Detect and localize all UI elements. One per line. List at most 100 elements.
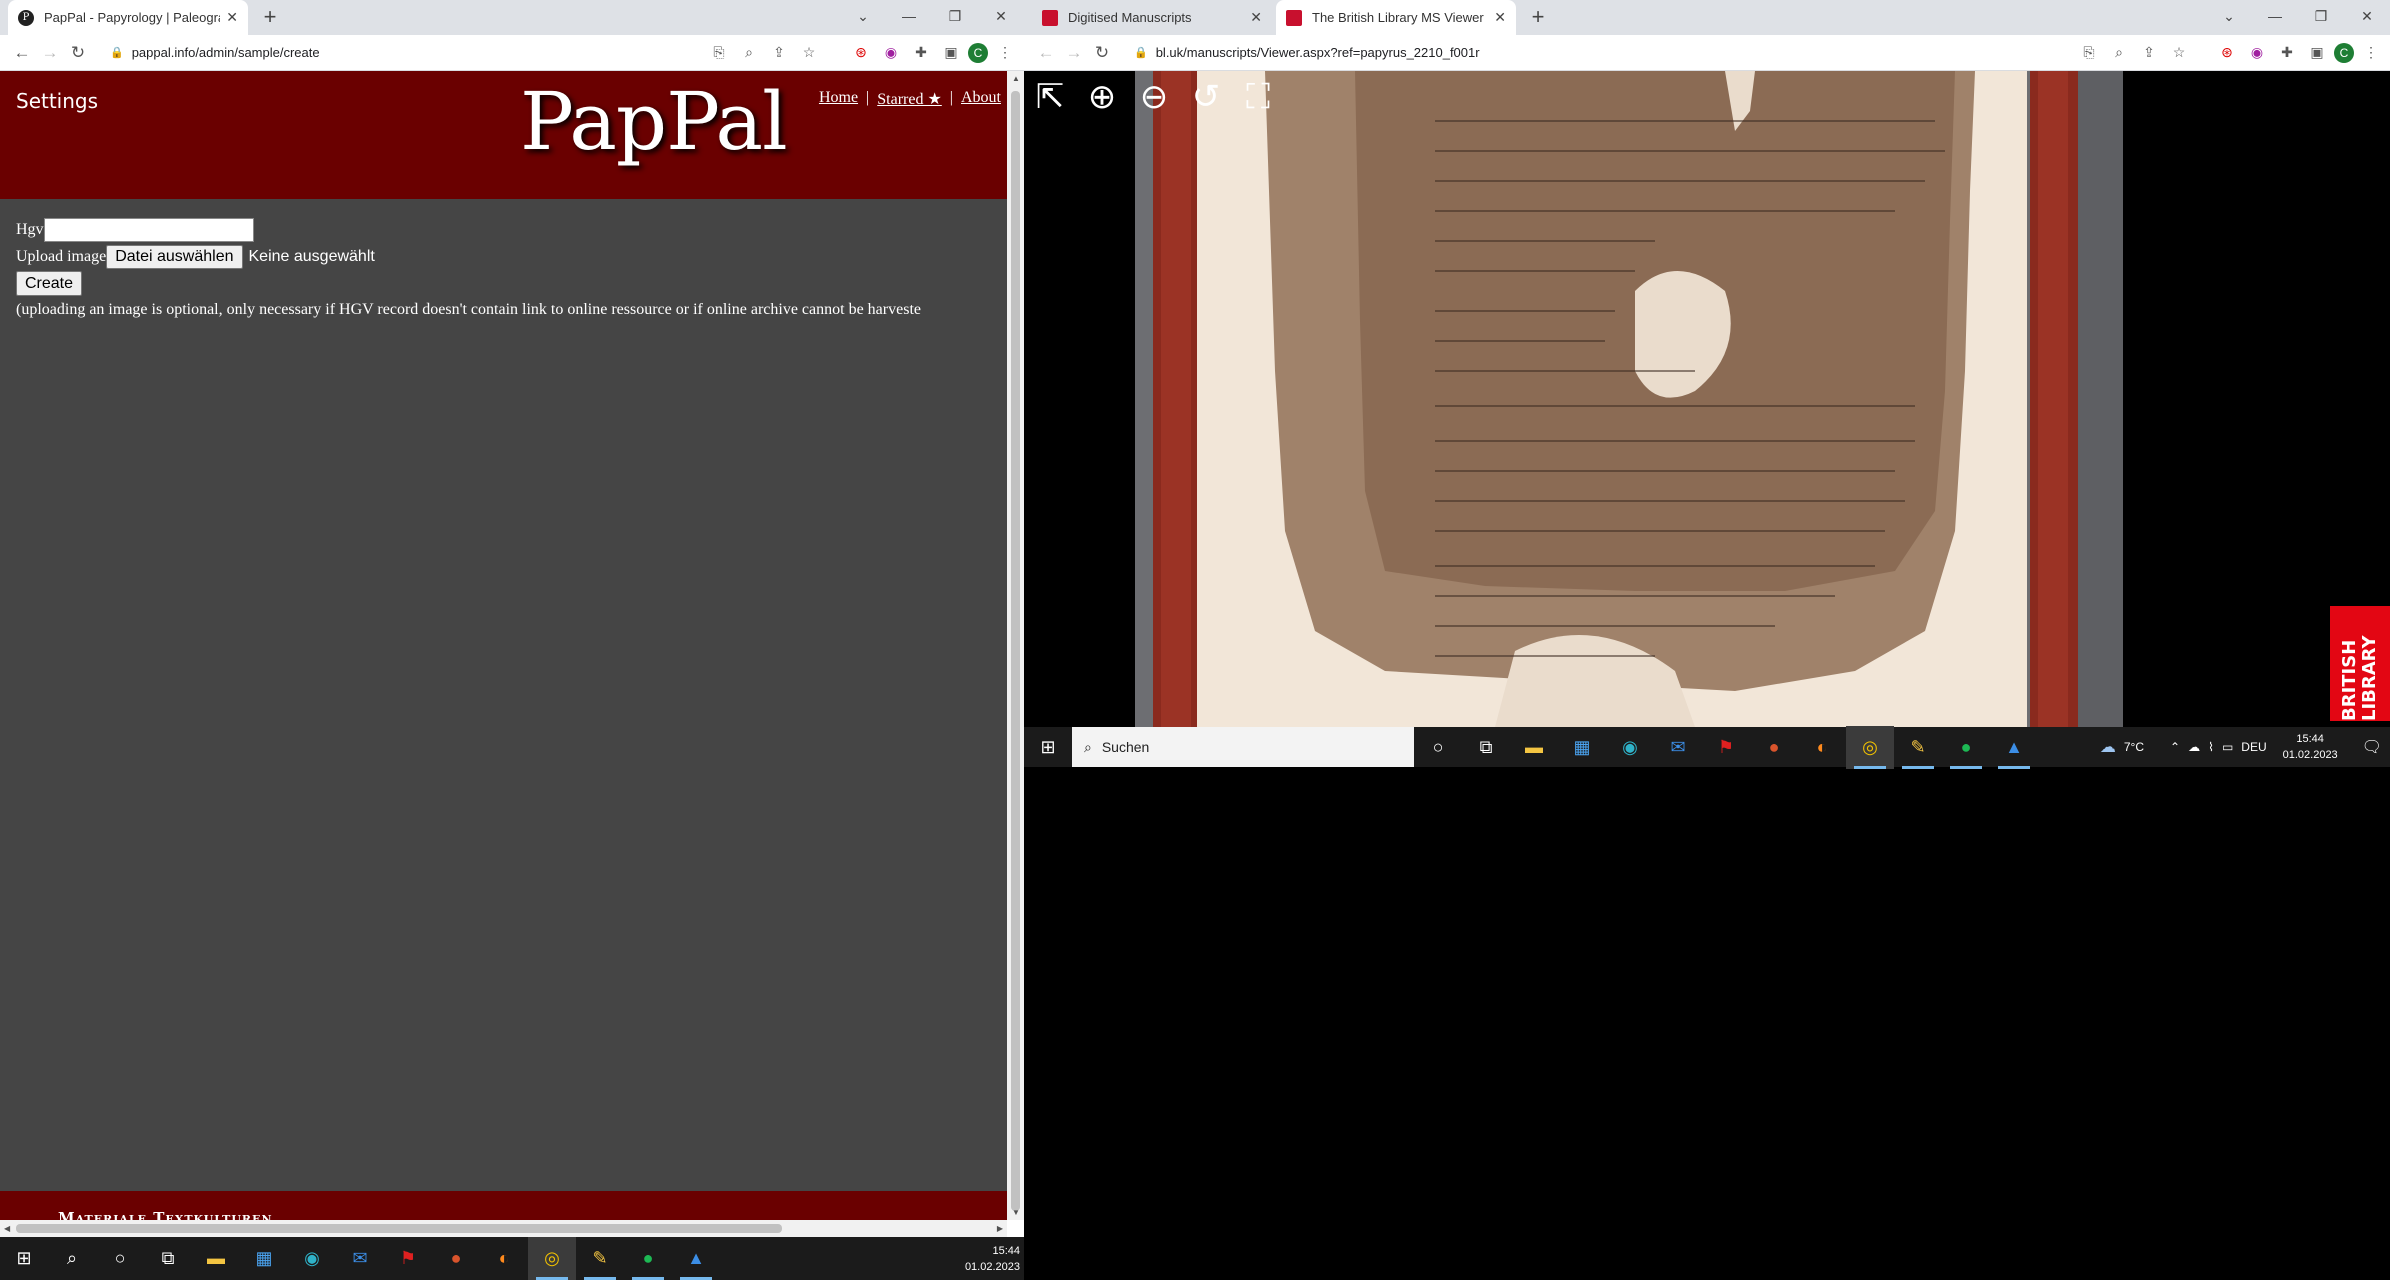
bookmark-star-icon[interactable]: ☆: [796, 40, 822, 66]
firefox-icon[interactable]: ◐: [480, 1237, 528, 1280]
chrome-icon[interactable]: ◎: [528, 1237, 576, 1280]
share-icon[interactable]: ⇪: [2136, 40, 2162, 66]
cortana-icon[interactable]: ○: [96, 1237, 144, 1280]
menu-icon[interactable]: ⋮: [2358, 40, 2384, 66]
search-icon[interactable]: ⌕: [48, 1237, 96, 1280]
menu-icon[interactable]: ⋮: [992, 40, 1018, 66]
extension-purple-icon[interactable]: ◉: [2244, 40, 2270, 66]
rotate-icon[interactable]: ↺: [1184, 75, 1228, 119]
profile-avatar[interactable]: C: [968, 42, 988, 63]
start-icon[interactable]: ⊞: [1024, 726, 1072, 769]
notepad-icon[interactable]: ✎: [1894, 726, 1942, 769]
hgv-input[interactable]: [43, 217, 254, 242]
reload-icon[interactable]: ↻: [1088, 39, 1116, 67]
firefox-icon[interactable]: ◐: [1798, 726, 1846, 769]
spotify-icon[interactable]: ●: [624, 1237, 672, 1280]
weather-icon[interactable]: ☁: [2100, 737, 2116, 757]
bookmark-star-icon[interactable]: ☆: [2166, 40, 2192, 66]
store-icon[interactable]: ▦: [240, 1237, 288, 1280]
manuscript-viewer[interactable]: ⇱ ⊕ ⊖ ↺ ⛶ BRITISH LIBRARY: [1024, 71, 2390, 727]
forward-icon[interactable]: →: [36, 39, 64, 67]
spotify-icon[interactable]: ●: [1942, 726, 1990, 769]
address-bar[interactable]: 🔒 pappal.info/admin/sample/create: [110, 39, 320, 67]
start-icon[interactable]: ⊞: [0, 1237, 48, 1280]
vertical-scroll-thumb[interactable]: [1011, 91, 1020, 1211]
horizontal-scrollbar[interactable]: ◀ ▶: [0, 1220, 1007, 1237]
horizontal-scroll-thumb[interactable]: [16, 1224, 782, 1233]
close-tab-icon[interactable]: ✕: [1494, 9, 1506, 26]
back-icon[interactable]: ←: [1032, 39, 1060, 67]
network-icon[interactable]: ⌇: [2208, 740, 2214, 754]
task-view-icon[interactable]: ⧉: [144, 1237, 192, 1280]
language-indicator[interactable]: DEU: [2241, 740, 2266, 754]
create-button[interactable]: Create: [16, 271, 83, 296]
photos-icon[interactable]: ▲: [1990, 726, 2038, 769]
reload-icon[interactable]: ↻: [64, 39, 92, 67]
edge-icon[interactable]: ◉: [288, 1237, 336, 1280]
task-view-icon[interactable]: ⧉: [1462, 726, 1510, 769]
fit-screen-icon[interactable]: ⛶: [1236, 75, 1280, 119]
settings-link[interactable]: Settings: [16, 89, 98, 113]
right-clock[interactable]: 15:44 01.02.2023: [2283, 731, 2338, 763]
extension-red-icon[interactable]: ⊛: [2214, 40, 2240, 66]
new-tab-button[interactable]: +: [256, 4, 284, 32]
edge-icon[interactable]: ◉: [1606, 726, 1654, 769]
chrome-icon[interactable]: ◎: [1846, 725, 1894, 769]
battery-icon[interactable]: ▭: [2222, 740, 2233, 754]
share-icon[interactable]: ⇪: [766, 40, 792, 66]
extension-purple-icon[interactable]: ◉: [878, 40, 904, 66]
nav-about[interactable]: About: [961, 89, 1001, 109]
restore-icon[interactable]: ❐: [2298, 0, 2344, 32]
exit-viewer-icon[interactable]: ⇱: [1028, 75, 1072, 119]
back-icon[interactable]: ←: [8, 39, 36, 67]
address-bar[interactable]: 🔒 bl.uk/manuscripts/Viewer.aspx?ref=papy…: [1134, 39, 1480, 67]
mail-icon[interactable]: ✉: [336, 1237, 384, 1280]
restore-icon[interactable]: ❐: [932, 0, 978, 32]
file-explorer-icon[interactable]: ▬: [192, 1237, 240, 1280]
translate-icon[interactable]: ⎘: [706, 40, 732, 66]
extensions-puzzle-icon[interactable]: ✚: [908, 40, 934, 66]
close-window-icon[interactable]: ✕: [978, 0, 1024, 32]
zoom-icon[interactable]: ⌕: [2106, 40, 2132, 66]
zoom-in-icon[interactable]: ⊕: [1080, 75, 1124, 119]
cortana-icon[interactable]: ○: [1414, 726, 1462, 769]
minimize-icon[interactable]: —: [886, 0, 932, 32]
scroll-up-icon[interactable]: ▲: [1012, 74, 1020, 83]
acrobat-icon[interactable]: ⚑: [1702, 726, 1750, 769]
zoom-icon[interactable]: ⌕: [736, 40, 762, 66]
extensions-puzzle-icon[interactable]: ✚: [2274, 40, 2300, 66]
close-window-icon[interactable]: ✕: [2344, 0, 2390, 32]
close-tab-icon[interactable]: ✕: [226, 9, 238, 26]
tab-digitised-manuscripts[interactable]: Digitised Manuscripts ✕: [1032, 0, 1272, 35]
left-clock[interactable]: 15:44 01.02.2023: [965, 1243, 1020, 1275]
translate-icon[interactable]: ⎘: [2076, 40, 2102, 66]
zoom-out-icon[interactable]: ⊖: [1132, 75, 1176, 119]
mail-icon[interactable]: ✉: [1654, 726, 1702, 769]
nav-home[interactable]: Home: [819, 89, 858, 109]
vertical-scrollbar[interactable]: ▲ ▼: [1007, 71, 1024, 1220]
store-icon[interactable]: ▦: [1558, 726, 1606, 769]
acrobat-icon[interactable]: ⚑: [384, 1237, 432, 1280]
scroll-left-icon[interactable]: ◀: [4, 1224, 10, 1233]
sidepanel-icon[interactable]: ▣: [938, 40, 964, 66]
extension-red-icon[interactable]: ⊛: [848, 40, 874, 66]
profile-avatar[interactable]: C: [2334, 42, 2354, 63]
new-tab-button[interactable]: +: [1524, 4, 1552, 32]
choose-file-button[interactable]: Datei auswählen: [106, 244, 243, 269]
scroll-down-icon[interactable]: ▼: [1012, 1208, 1020, 1217]
tab-search-icon[interactable]: ⌄: [840, 0, 886, 32]
sidepanel-icon[interactable]: ▣: [2304, 40, 2330, 66]
notifications-icon[interactable]: 🗨: [2362, 737, 2382, 757]
tab-ms-viewer[interactable]: The British Library MS Viewer ✕: [1276, 0, 1516, 35]
close-tab-icon[interactable]: ✕: [1250, 9, 1262, 26]
tab-pappal[interactable]: P PapPal - Papyrology | Paleograph ✕: [8, 0, 248, 35]
tray-chevron-icon[interactable]: ⌃: [2170, 740, 2180, 754]
notepad-icon[interactable]: ✎: [576, 1237, 624, 1280]
powerpoint-icon[interactable]: ●: [432, 1237, 480, 1280]
photos-icon[interactable]: ▲: [672, 1237, 720, 1280]
scroll-right-icon[interactable]: ▶: [997, 1224, 1003, 1233]
forward-icon[interactable]: →: [1060, 39, 1088, 67]
tab-search-icon[interactable]: ⌄: [2206, 0, 2252, 32]
onedrive-icon[interactable]: ☁: [2188, 740, 2200, 754]
weather-temp[interactable]: 7°C: [2124, 740, 2144, 754]
